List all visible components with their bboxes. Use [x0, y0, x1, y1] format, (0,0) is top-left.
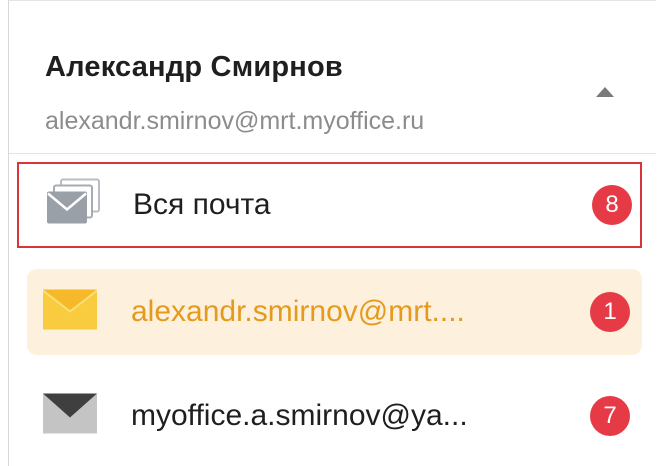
collapse-accounts-button[interactable] — [595, 85, 615, 97]
account-email: alexandr.smirnov@mrt.myoffice.ru — [45, 107, 425, 135]
stacked-envelopes-icon — [45, 178, 103, 233]
yellow-envelope-icon — [42, 289, 98, 335]
mailbox-label: Вся почта — [133, 188, 271, 221]
mailbox-item-all-mail[interactable]: Вся почта 8 — [17, 162, 642, 248]
mailbox-label: myoffice.a.smirnov@ya... — [131, 399, 468, 432]
account-header: Александр Смирнов alexandr.smirnov@mrt.m… — [9, 1, 656, 153]
mailbox-item-yandex-account[interactable]: myoffice.a.smirnov@ya... 7 — [27, 373, 642, 459]
account-panel: Александр Смирнов alexandr.smirnov@mrt.m… — [8, 0, 656, 466]
mailbox-label: alexandr.smirnov@mrt.... — [131, 295, 465, 328]
unread-count-badge: 8 — [592, 185, 632, 225]
chevron-up-icon — [596, 87, 614, 97]
divider — [9, 153, 656, 154]
dark-envelope-icon — [43, 393, 97, 439]
account-name: Александр Смирнов — [45, 51, 343, 83]
unread-count-badge: 1 — [590, 292, 630, 332]
unread-count-badge: 7 — [590, 396, 630, 436]
mailbox-item-mrt-account[interactable]: alexandr.smirnov@mrt.... 1 — [27, 269, 642, 355]
